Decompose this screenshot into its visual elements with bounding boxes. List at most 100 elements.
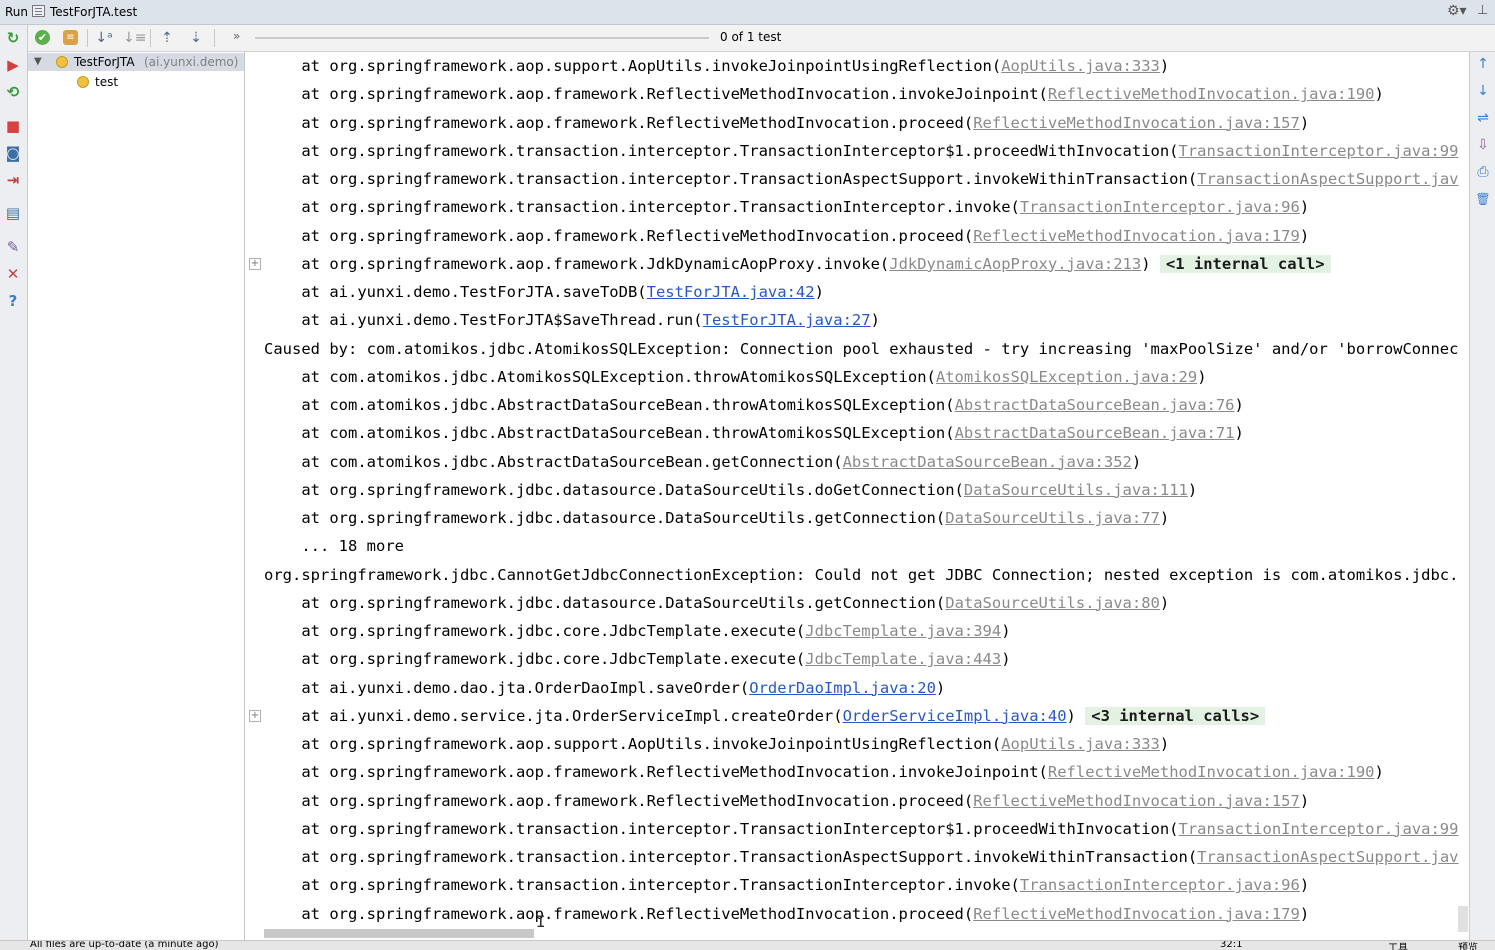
soft-wrap-icon[interactable]: ⇌ <box>1475 110 1491 126</box>
stack-frame-close: ) <box>1001 650 1011 669</box>
run-tab-title[interactable]: TestForJTA.test <box>50 5 137 19</box>
source-link[interactable]: AbstractDataSourceBean.java:352 <box>843 453 1132 471</box>
source-link[interactable]: OrderDaoImpl.java:20 <box>749 679 936 697</box>
stack-frame-text: at ai.yunxi.demo.TestForJTA$SaveThread.r… <box>264 311 703 330</box>
stack-frame-text: at org.springframework.jdbc.core.JdbcTem… <box>264 650 806 669</box>
stack-frame-text: at org.springframework.jdbc.datasource.D… <box>264 593 946 612</box>
stop-icon[interactable]: ■ <box>4 117 22 135</box>
source-link[interactable]: ReflectiveMethodInvocation.java:157 <box>973 792 1300 810</box>
console-line: at org.springframework.transaction.inter… <box>264 165 1458 193</box>
collapse-all-icon[interactable]: ⇣ <box>186 28 206 48</box>
source-link[interactable]: TestForJTA.java:27 <box>703 311 871 329</box>
source-link[interactable]: ReflectiveMethodInvocation.java:190 <box>1048 763 1375 781</box>
hide-panel-icon[interactable]: ⊥ <box>1477 3 1488 18</box>
pin-tab-icon[interactable]: ✎ <box>4 238 22 256</box>
console-line: at org.springframework.aop.framework.Ref… <box>264 900 1309 928</box>
console-line: at org.springframework.jdbc.core.JdbcTem… <box>264 645 1011 673</box>
console-line: at org.springframework.aop.framework.Ref… <box>264 80 1384 108</box>
toolbar-separator <box>150 29 151 47</box>
stack-frame-text: at org.springframework.transaction.inter… <box>264 198 1020 217</box>
source-link[interactable]: AbstractDataSourceBean.java:76 <box>955 396 1235 414</box>
fold-expand-icon[interactable]: + <box>249 709 261 722</box>
stack-frame-text: at com.atomikos.jdbc.AtomikosSQLExceptio… <box>264 367 936 386</box>
console-line: at com.atomikos.jdbc.AbstractDataSourceB… <box>264 448 1141 476</box>
source-link[interactable]: OrderServiceImpl.java:40 <box>843 707 1067 725</box>
help-icon[interactable]: ? <box>4 292 22 310</box>
scroll-to-end-icon[interactable]: ⇩ <box>1475 137 1491 153</box>
source-link[interactable]: TransactionInterceptor.java:99 <box>1179 142 1459 160</box>
source-link[interactable]: TransactionInterceptor.java:96 <box>1020 198 1300 216</box>
show-ignored-icon[interactable]: ≡ <box>63 30 78 45</box>
source-link[interactable]: AbstractDataSourceBean.java:71 <box>955 424 1235 442</box>
stack-frame-text: at org.springframework.aop.framework.Ref… <box>264 226 974 245</box>
show-passed-icon[interactable]: ✔ <box>35 30 50 45</box>
console-line: org.springframework.jdbc.CannotGetJdbcCo… <box>264 561 1458 589</box>
source-link[interactable]: AopUtils.java:333 <box>1001 735 1160 753</box>
stack-frame-close: ) <box>1299 904 1310 923</box>
stack-frame-text: at org.springframework.jdbc.datasource.D… <box>264 509 946 527</box>
rerun-failed-icon[interactable]: ⟲ <box>4 83 22 101</box>
source-link[interactable]: TransactionAspectSupport.jav <box>1197 848 1458 866</box>
stack-frame-close: ) <box>1374 763 1384 782</box>
toggle-auto-test-icon[interactable]: ▶ <box>4 56 22 74</box>
rerun-icon[interactable]: ↻ <box>4 29 22 47</box>
source-link[interactable]: AopUtils.java:333 <box>1001 57 1160 75</box>
stack-frame-close: ) <box>1299 791 1310 810</box>
console-output[interactable]: at org.springframework.aop.support.AopUt… <box>246 52 1468 932</box>
source-link[interactable]: DataSourceUtils.java:111 <box>964 481 1188 499</box>
chevron-down-icon[interactable]: ▼ <box>34 53 42 71</box>
stack-frame-text: org.springframework.jdbc.CannotGetJdbcCo… <box>264 565 1459 584</box>
console-line: at ai.yunxi.demo.service.jta.OrderServic… <box>264 702 1266 730</box>
console-line: at com.atomikos.jdbc.AbstractDataSourceB… <box>264 391 1244 419</box>
source-link[interactable]: TransactionInterceptor.java:99 <box>1179 820 1459 838</box>
arrow-down-icon[interactable]: ↓ <box>1475 83 1491 99</box>
stack-frame-close: ) <box>1374 85 1384 104</box>
sort-alphabetically-icon[interactable]: ↓ᵃ <box>94 28 114 48</box>
console-line: at org.springframework.aop.framework.Ref… <box>264 222 1309 250</box>
console-line: at org.springframework.aop.framework.Ref… <box>264 787 1309 815</box>
stack-frame-close: ) <box>870 311 880 330</box>
source-link[interactable]: DataSourceUtils.java:77 <box>945 509 1160 527</box>
export-icon[interactable]: ⇥ <box>4 171 22 189</box>
source-link[interactable]: TestForJTA.java:42 <box>647 283 815 301</box>
console-line: at org.springframework.aop.framework.Jdk… <box>264 250 1331 278</box>
snapshot-icon[interactable]: ◙ <box>4 144 22 162</box>
horizontal-scrollbar[interactable] <box>264 929 534 938</box>
internal-calls-badge[interactable]: <1 internal call> <box>1159 254 1331 273</box>
close-icon[interactable]: ✕ <box>4 265 22 283</box>
fold-expand-icon[interactable]: + <box>249 257 261 270</box>
stack-frame-close: ) <box>1066 706 1076 725</box>
source-link[interactable]: ReflectiveMethodInvocation.java:190 <box>1048 85 1375 103</box>
source-link[interactable]: JdbcTemplate.java:443 <box>805 650 1001 668</box>
layout-icon[interactable]: ▤ <box>4 204 22 222</box>
source-link[interactable]: AtomikosSQLException.java:29 <box>936 368 1197 386</box>
clear-all-icon[interactable]: 🗑 <box>1475 191 1491 207</box>
source-link[interactable]: TransactionInterceptor.java:96 <box>1020 876 1300 894</box>
console-line: Caused by: com.atomikos.jdbc.AtomikosSQL… <box>264 335 1458 363</box>
tree-node-root[interactable]: ▼ TestForJTA (ai.yunxi.demo) <box>28 53 244 71</box>
stack-frame-close: ) <box>1131 452 1142 471</box>
source-link[interactable]: ReflectiveMethodInvocation.java:179 <box>973 227 1300 245</box>
stack-frame-text: Caused by: com.atomikos.jdbc.AtomikosSQL… <box>264 339 1459 358</box>
print-icon[interactable]: ⎙ <box>1475 164 1491 180</box>
stack-frame-text: ... 18 more <box>264 537 404 556</box>
more-actions-chevron-icon[interactable]: » <box>233 29 240 43</box>
arrow-up-icon[interactable]: ↑ <box>1475 56 1491 72</box>
source-link[interactable]: ReflectiveMethodInvocation.java:157 <box>973 114 1300 132</box>
source-link[interactable]: ReflectiveMethodInvocation.java:179 <box>973 905 1300 923</box>
stack-frame-text: at org.springframework.aop.framework.Ref… <box>264 763 1048 782</box>
source-link[interactable]: DataSourceUtils.java:80 <box>945 594 1160 612</box>
console-line: at ai.yunxi.demo.TestForJTA$SaveThread.r… <box>264 306 880 334</box>
sort-by-duration-icon[interactable]: ↓≡ <box>123 28 146 48</box>
internal-calls-badge[interactable]: <3 internal calls> <box>1085 706 1266 725</box>
source-link[interactable]: JdbcTemplate.java:394 <box>805 622 1001 640</box>
vertical-scrollbar[interactable] <box>1458 906 1468 932</box>
stack-frame-close: ) <box>1159 593 1170 612</box>
source-link[interactable]: JdkDynamicAopProxy.java:213 <box>889 255 1141 273</box>
stack-frame-text: at org.springframework.aop.framework.Ref… <box>264 113 974 132</box>
stack-frame-text: at org.springframework.aop.framework.Jdk… <box>264 254 890 273</box>
settings-gear-icon[interactable]: ⚙▾ <box>1447 3 1467 19</box>
expand-all-icon[interactable]: ⇡ <box>157 28 177 48</box>
source-link[interactable]: TransactionAspectSupport.jav <box>1197 170 1458 188</box>
running-icon <box>77 76 89 88</box>
